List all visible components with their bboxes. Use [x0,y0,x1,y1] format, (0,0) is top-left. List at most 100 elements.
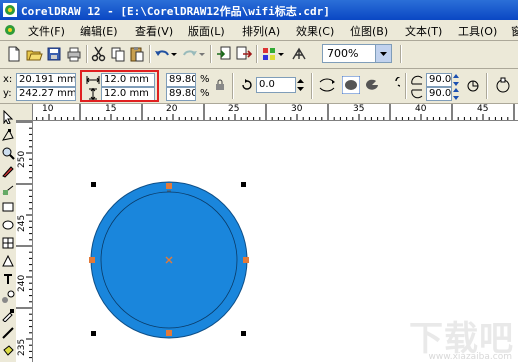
end-angle-spinner-icon[interactable] [452,87,460,101]
undo-dropdown-icon[interactable] [170,45,178,63]
new-document-icon[interactable] [5,45,23,63]
corel-online-icon[interactable] [290,45,308,63]
ellipse-mode-icon[interactable] [342,76,360,94]
drawing-canvas[interactable]: 下载吧 www.xiazaiba.com [33,121,518,362]
menu-file[interactable]: 文件(F) [28,23,65,39]
percent-y-label: % [200,88,210,99]
menu-view[interactable]: 查看(V) [135,23,173,39]
selection-handle[interactable] [91,182,96,187]
menu-layout[interactable]: 版面(L) [188,23,225,39]
arc-direction-icon[interactable] [466,79,480,93]
copy-icon[interactable] [109,45,127,63]
menu-edit[interactable]: 编辑(E) [80,23,118,39]
selection-handle[interactable] [241,331,246,336]
interactive-blend-tool-icon[interactable] [1,290,15,304]
menu-bar: 文件(F) 编辑(E) 查看(V) 版面(L) 排列(A) 效果(C) 位图(B… [0,20,518,41]
title-bar: CorelDRAW 12 - [E:\CorelDRAW12作品\wifi标志.… [0,0,518,20]
mirror-icon[interactable] [318,77,336,93]
ruler-label: 35 [353,104,365,114]
toolbox [0,104,17,362]
redo-dropdown-icon[interactable] [198,45,206,63]
cut-icon[interactable] [90,45,108,63]
property-bar: x: 20.191 mm y: 242.27 mm 12.0 mm 12.0 m… [0,69,518,104]
end-angle-icon [411,89,423,99]
import-icon[interactable] [215,45,233,63]
vertical-ruler[interactable]: 250 245 240 235 [16,120,33,362]
ruler-label: 10 [42,104,54,114]
basic-shapes-tool-icon[interactable] [1,254,15,268]
zoom-level-select[interactable]: 700% [322,44,392,63]
print-icon[interactable] [65,45,83,63]
menu-tools[interactable]: 工具(O) [458,23,497,39]
smart-fill-tool-icon[interactable] [1,182,15,196]
selection-handle[interactable] [241,182,246,187]
percent-x-label: % [200,74,210,85]
zoom-tool-icon[interactable] [1,146,15,160]
ruler-label: 235 [17,338,27,356]
freehand-tool-icon[interactable] [1,164,15,178]
horizontal-ruler[interactable]: 10 15 20 25 30 35 40 45 [16,104,518,121]
toolbar-separator [86,45,88,63]
rotation-spinner-icon[interactable] [296,77,305,93]
menu-bitmaps[interactable]: 位图(B) [350,23,388,39]
pie-mode-icon[interactable] [364,77,380,93]
menu-arrange[interactable]: 排列(A) [242,23,280,39]
save-icon[interactable] [45,45,63,63]
polygon-tool-icon[interactable] [1,236,15,250]
zoom-level-value: 700% [327,47,359,60]
watermark-url: www.xiazaiba.com [428,352,512,362]
x-position-input[interactable]: 20.191 mm [16,73,76,87]
toolbar-separator [232,73,234,99]
fill-tool-icon[interactable] [1,344,15,358]
scale-y-input[interactable]: 89.80 [166,87,196,101]
lock-ratio-icon[interactable] [215,79,225,91]
y-position-input[interactable]: 242.27 mm [16,87,76,101]
text-tool-icon[interactable] [1,272,15,286]
toolbar-separator [400,45,402,63]
convert-to-curves-icon[interactable] [494,77,512,95]
pick-tool-icon[interactable] [1,110,15,124]
outline-tool-icon[interactable] [1,326,15,340]
toolbar-separator [210,45,212,63]
document-menu-icon[interactable] [3,23,17,37]
y-position-label: y: [3,88,12,99]
start-angle-icon [411,75,423,85]
ellipse-tool-icon[interactable] [1,218,15,232]
menu-window[interactable]: 窗 [511,23,518,39]
end-angle-input[interactable]: 90.0 [426,87,452,101]
arc-mode-icon[interactable] [384,77,400,93]
menu-text[interactable]: 文本(T) [405,23,442,39]
eyedropper-tool-icon[interactable] [1,308,15,322]
ruler-label: 240 [17,274,27,292]
chevron-down-icon[interactable] [375,45,391,62]
window-title: CorelDRAW 12 - [E:\CorelDRAW12作品\wifi标志.… [21,5,330,18]
menu-effects[interactable]: 效果(C) [296,23,334,39]
scale-x-input[interactable]: 89.80 [166,73,196,87]
ruler-label: 15 [105,104,117,114]
ruler-origin-corner[interactable] [16,104,33,121]
undo-icon[interactable] [153,45,171,63]
standard-toolbar: 700% [0,41,518,69]
start-angle-spinner-icon[interactable] [452,73,460,87]
rotation-angle-input[interactable]: 0.0 [256,77,296,93]
ruler-label: 40 [415,104,427,114]
rectangle-tool-icon[interactable] [1,200,15,214]
node-handle[interactable] [89,257,95,263]
export-icon[interactable] [235,45,253,63]
redo-icon[interactable] [181,45,199,63]
selection-handle[interactable] [91,331,96,336]
paste-icon[interactable] [128,45,146,63]
toolbar-separator [311,73,313,99]
node-handle[interactable] [166,183,172,189]
application-launcher-icon[interactable] [260,45,278,63]
node-handle[interactable] [166,330,172,336]
node-handle[interactable] [243,257,249,263]
open-icon[interactable] [25,45,43,63]
ruler-label: 250 [17,150,27,168]
launcher-dropdown-icon[interactable] [277,45,285,63]
ruler-label: 25 [228,104,240,114]
shape-tool-icon[interactable] [1,128,15,142]
toolbar-separator [405,73,407,99]
start-angle-input[interactable]: 90.0 [426,73,452,87]
toolbar-separator [486,73,488,99]
